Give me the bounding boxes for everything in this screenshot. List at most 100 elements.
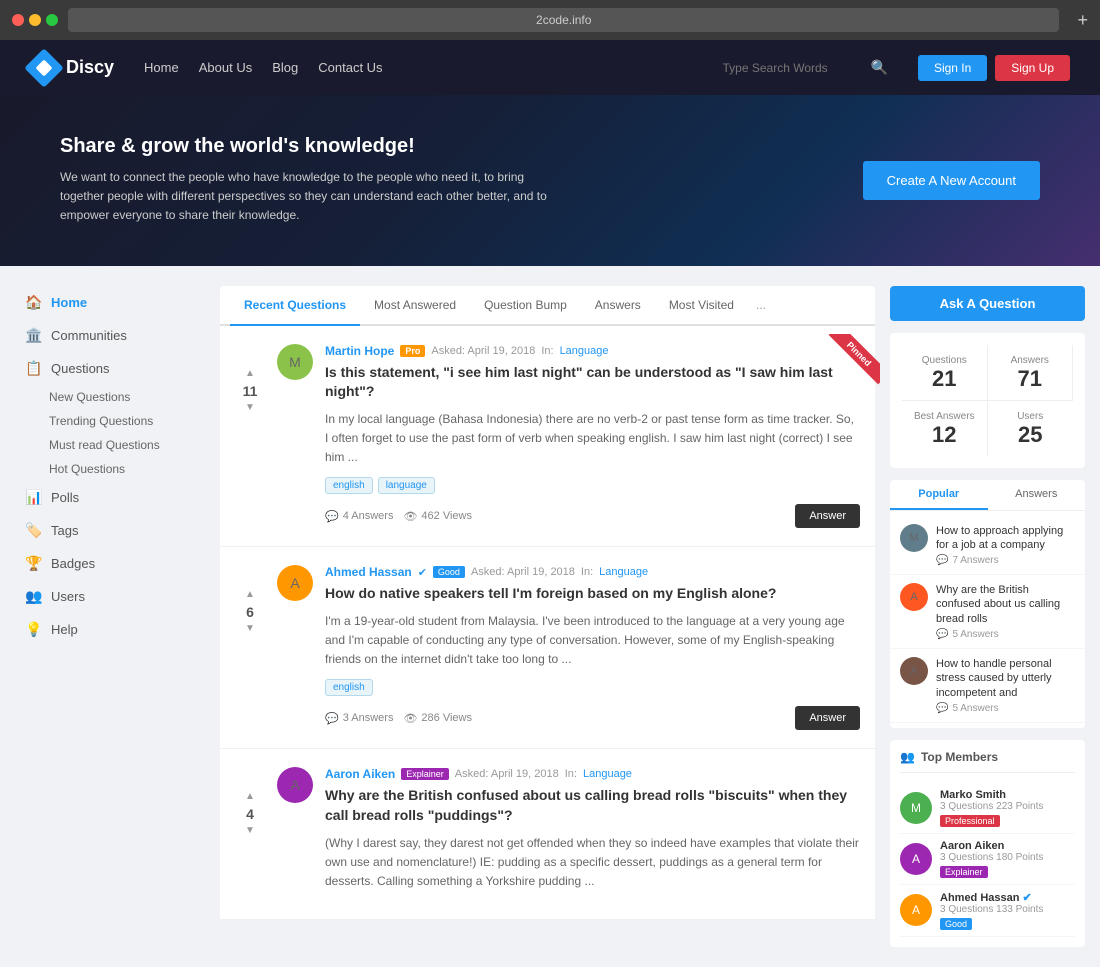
nav-blog[interactable]: Blog (272, 60, 298, 75)
popular-tab-answers[interactable]: Answers (988, 480, 1086, 510)
views-count-2: 286 Views (421, 712, 472, 724)
nav-home[interactable]: Home (144, 60, 179, 75)
member-name-1[interactable]: Marko Smith (940, 789, 1075, 801)
tag-language-1[interactable]: language (378, 477, 435, 494)
views-stat-1: 👁 462 Views (403, 510, 472, 523)
verified-icon-member-3: ✔ (1023, 892, 1032, 904)
stat-users: Users 25 (988, 401, 1074, 456)
sidebar-item-tags[interactable]: 🏷️ Tags (15, 514, 205, 547)
sidebar-item-help[interactable]: 💡 Help (15, 613, 205, 646)
logo[interactable]: Discy (30, 54, 114, 82)
ask-question-button[interactable]: Ask A Question (890, 286, 1085, 321)
tab-most-answered[interactable]: Most Answered (360, 286, 470, 326)
list-item: M Marko Smith 3 Questions 223 Points Pro… (900, 783, 1075, 834)
views-stat-2: 👁 286 Views (403, 712, 472, 725)
question-footer-1: 💬 4 Answers 👁 462 Views Answer (325, 504, 860, 528)
sidebar-new-questions[interactable]: New Questions (41, 385, 205, 409)
vote-count-3: 4 (246, 806, 254, 822)
table-row: ▲ 4 ▼ A Aaron Aiken Explainer Asked: Apr… (220, 749, 875, 920)
sidebar-item-home[interactable]: 🏠 Home (15, 286, 205, 319)
category-1[interactable]: Language (560, 345, 609, 357)
vote-down-1[interactable]: ▼ (245, 403, 255, 413)
sidebar-trending-questions[interactable]: Trending Questions (41, 409, 205, 433)
sidebar-item-communities[interactable]: 🏛️ Communities (15, 319, 205, 352)
vote-count-2: 6 (246, 604, 254, 620)
sidebar-help-label: Help (51, 622, 78, 637)
answers-count-1: 4 Answers (343, 510, 394, 522)
pinned-ribbon (820, 334, 880, 394)
sidebar-item-polls[interactable]: 📊 Polls (15, 481, 205, 514)
nav-contact[interactable]: Contact Us (318, 60, 382, 75)
nav-about[interactable]: About Us (199, 60, 252, 75)
popular-title-2[interactable]: Why are the British confused about us ca… (936, 583, 1075, 626)
asked-date-2: Asked: April 19, 2018 (471, 566, 575, 578)
category-2[interactable]: Language (599, 566, 648, 578)
popular-title-1[interactable]: How to approach applying for a job at a … (936, 524, 1075, 553)
tag-english-1[interactable]: english (325, 477, 373, 494)
polls-icon: 📊 (25, 489, 43, 506)
popular-tab-popular[interactable]: Popular (890, 480, 988, 510)
member-info-1: Marko Smith 3 Questions 223 Points Profe… (940, 789, 1075, 827)
tab-answers[interactable]: Answers (581, 286, 655, 326)
tab-most-visited[interactable]: Most Visited (655, 286, 748, 326)
sidebar-item-badges[interactable]: 🏆 Badges (15, 547, 205, 580)
popular-item-text-3: How to handle personal stress caused by … (936, 657, 1075, 714)
popular-item-text-1: How to approach applying for a job at a … (936, 524, 1075, 567)
author-name-2[interactable]: Ahmed Hassan (325, 565, 412, 579)
vote-up-2[interactable]: ▲ (245, 590, 255, 600)
avatar: M (277, 344, 313, 380)
maximize-dot[interactable] (46, 14, 58, 26)
member-name-3[interactable]: Ahmed Hassan ✔ (940, 891, 1075, 904)
tab-more[interactable]: ... (748, 286, 774, 326)
signup-button[interactable]: Sign Up (995, 55, 1070, 81)
new-tab-button[interactable]: + (1077, 10, 1088, 31)
question-tags-2: english (325, 679, 860, 696)
sidebar-hot-questions[interactable]: Hot Questions (41, 457, 205, 481)
hero-content: Share & grow the world's knowledge! We w… (60, 135, 560, 226)
sidebar-item-questions[interactable]: 📋 Questions (15, 352, 205, 385)
question-footer-2: 💬 3 Answers 👁 286 Views Answer (325, 706, 860, 730)
sidebar-tags-label: Tags (51, 523, 78, 538)
vote-up-3[interactable]: ▲ (245, 792, 255, 802)
address-bar[interactable]: 2code.info (68, 8, 1059, 32)
question-excerpt-1: In my local language (Bahasa Indonesia) … (325, 410, 860, 468)
close-dot[interactable] (12, 14, 24, 26)
question-title-1[interactable]: Is this statement, "i see him last night… (325, 363, 860, 402)
best-answers-value: 12 (907, 422, 982, 448)
question-title-3[interactable]: Why are the British confused about us ca… (325, 786, 860, 825)
answer-button-1[interactable]: Answer (795, 504, 860, 528)
vote-down-3[interactable]: ▼ (245, 826, 255, 836)
member-name-2[interactable]: Aaron Aiken (940, 840, 1075, 852)
hero-section: Share & grow the world's knowledge! We w… (0, 95, 1100, 266)
list-item: A Aaron Aiken 3 Questions 180 Points Exp… (900, 834, 1075, 885)
vote-up-1[interactable]: ▲ (245, 369, 255, 379)
sidebar-item-users[interactable]: 👥 Users (15, 580, 205, 613)
signin-button[interactable]: Sign In (918, 55, 987, 81)
questions-list: ▲ 11 ▼ M Martin Hope Pro Asked: April 19… (220, 326, 875, 921)
sidebar-communities-label: Communities (51, 328, 127, 343)
search-input[interactable] (723, 61, 863, 75)
author-name-3[interactable]: Aaron Aiken (325, 767, 395, 781)
create-account-button[interactable]: Create A New Account (863, 161, 1040, 200)
tab-recent-questions[interactable]: Recent Questions (230, 286, 360, 326)
asked-date-1: Asked: April 19, 2018 (431, 345, 535, 357)
category-3[interactable]: Language (583, 768, 632, 780)
content-area: Recent Questions Most Answered Question … (220, 286, 875, 947)
sidebar-questions-label: Questions (51, 361, 110, 376)
tab-question-bump[interactable]: Question Bump (470, 286, 581, 326)
tag-english-2[interactable]: english (325, 679, 373, 696)
answer-button-2[interactable]: Answer (795, 706, 860, 730)
author-name-1[interactable]: Martin Hope (325, 344, 394, 358)
vote-down-2[interactable]: ▼ (245, 624, 255, 634)
question-body-3: Aaron Aiken Explainer Asked: April 19, 2… (325, 767, 860, 901)
popular-title-3[interactable]: How to handle personal stress caused by … (936, 657, 1075, 700)
sidebar-must-read-questions[interactable]: Must read Questions (41, 433, 205, 457)
badge-good-2: Good (433, 566, 465, 578)
question-title-2[interactable]: How do native speakers tell I'm foreign … (325, 584, 860, 604)
search-icon[interactable]: 🔍 (871, 59, 888, 76)
answers-stat-1: 💬 4 Answers (325, 510, 393, 523)
in-label-3: In: (565, 768, 577, 780)
popular-box: Popular Answers M How to approach applyi… (890, 480, 1085, 728)
minimize-dot[interactable] (29, 14, 41, 26)
top-members-title: 👥 Top Members (900, 750, 1075, 773)
